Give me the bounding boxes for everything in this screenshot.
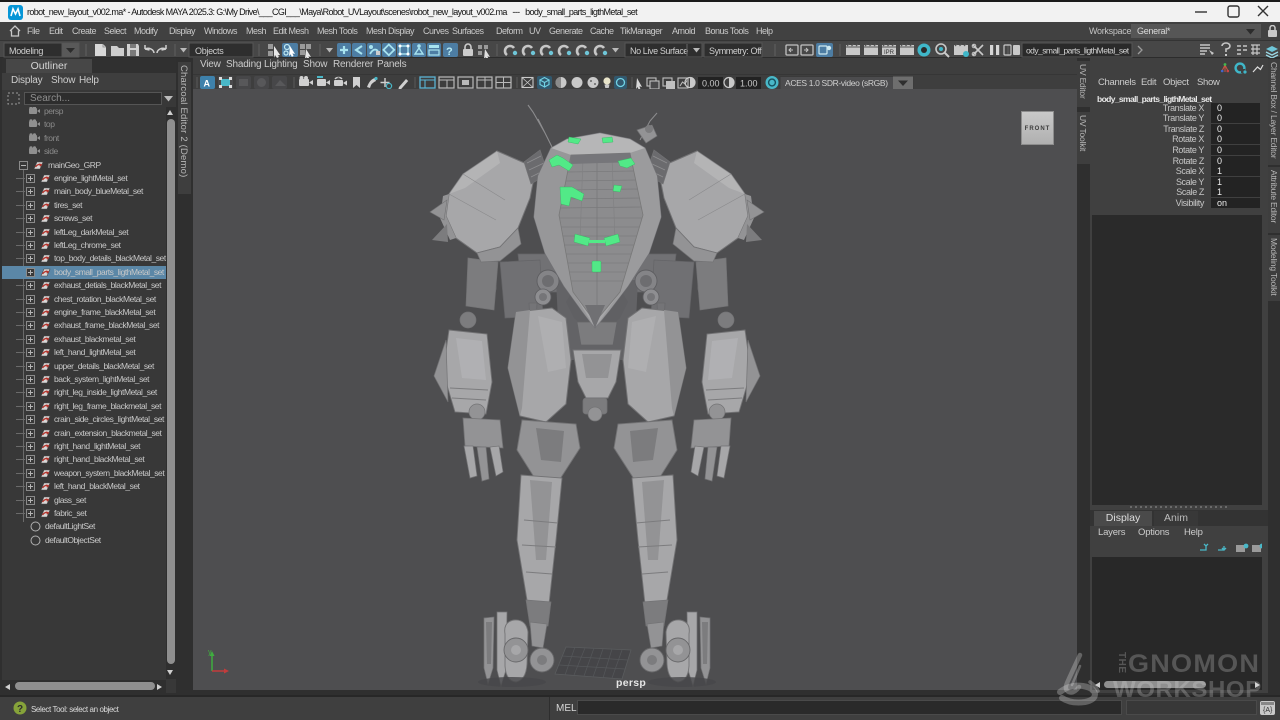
svg-text:?: ? (446, 46, 453, 58)
svg-text:y: y (208, 649, 212, 656)
svg-text:IPR: IPR (884, 50, 895, 56)
svg-text:?: ? (17, 704, 23, 715)
svg-text:Symmetry: Off: Symmetry: Off (709, 46, 762, 56)
svg-text:No Live Surface: No Live Surface (630, 46, 688, 56)
svg-text:Objects: Objects (195, 46, 224, 56)
svg-text:Modeling: Modeling (9, 46, 43, 56)
svg-text:ACES 1.0 SDR-video (sRGB): ACES 1.0 SDR-video (sRGB) (785, 78, 888, 88)
svg-text:A: A (204, 79, 211, 89)
svg-text:ody_small_parts_ligthMetal_set: ody_small_parts_ligthMetal_set (1026, 46, 1130, 56)
svg-text:0.00: 0.00 (702, 79, 720, 89)
svg-text:1.00: 1.00 (740, 79, 758, 89)
svg-text:{A}: {A} (1263, 707, 1273, 714)
